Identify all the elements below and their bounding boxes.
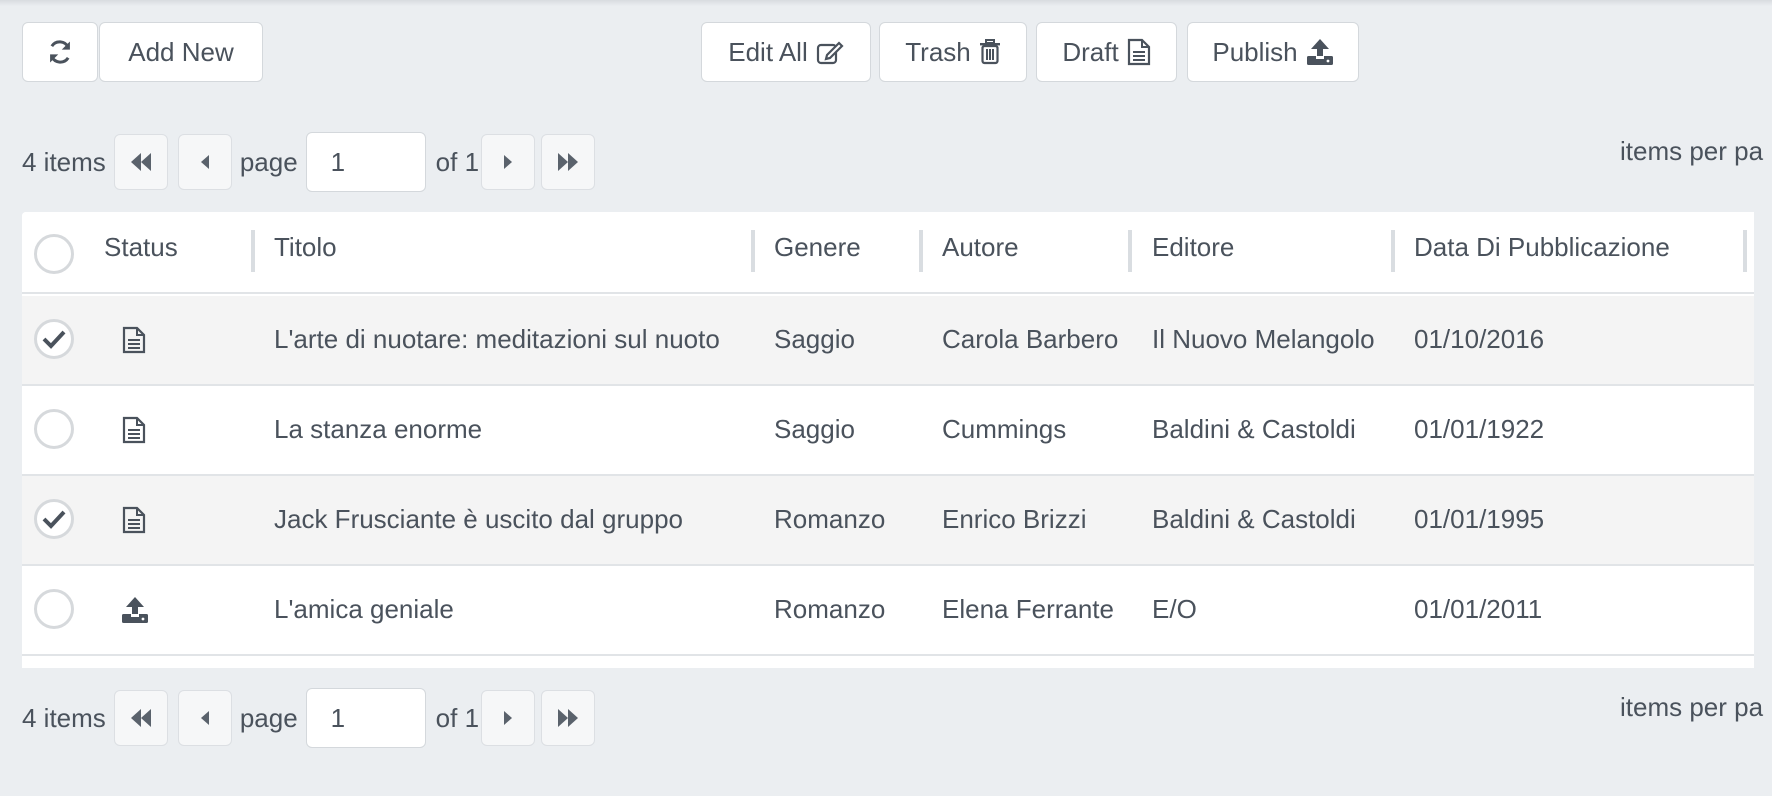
col-data-header[interactable]: Data Di Pubblicazione [1414, 232, 1670, 263]
draft-label: Draft [1062, 36, 1119, 67]
cell-autore: Enrico Brizzi [942, 504, 1087, 534]
cell-editore: Il Nuovo Melangolo [1152, 324, 1375, 354]
checkmark-icon [42, 330, 66, 349]
trash-icon [979, 39, 1000, 65]
col-separator[interactable] [1743, 230, 1747, 272]
table-header: Status Titolo Genere Autore Editore Data… [22, 212, 1754, 294]
row-checkbox[interactable] [34, 589, 74, 629]
page-label: page [239, 146, 298, 177]
table-row[interactable]: L'arte di nuotare: meditazioni sul nuoto… [22, 296, 1754, 386]
data-table: Status Titolo Genere Autore Editore Data… [22, 212, 1754, 668]
cell-titolo: L'amica geniale [274, 594, 454, 624]
last-page-button[interactable] [541, 690, 596, 746]
draft-icon [122, 506, 146, 534]
edit-all-button[interactable]: Edit All [701, 22, 871, 82]
cell-data: 01/10/2016 [1414, 324, 1545, 354]
publish-button[interactable]: Publish [1187, 22, 1359, 82]
page-label: page [239, 702, 298, 733]
pager-top: 4 items page of 1 [22, 132, 596, 192]
prev-page-button[interactable] [177, 690, 232, 746]
col-separator[interactable] [919, 230, 923, 272]
publish-icon [122, 597, 148, 623]
table-row[interactable]: L'amica geniale Romanzo Elena Ferrante E… [22, 566, 1754, 656]
cell-editore: Baldini & Castoldi [1152, 504, 1356, 534]
draft-button[interactable]: Draft [1036, 22, 1177, 82]
col-editore-header[interactable]: Editore [1152, 232, 1234, 263]
row-checkbox[interactable] [34, 499, 74, 539]
caret-right-icon [504, 155, 513, 169]
table-row[interactable]: La stanza enorme Saggio Cummings Baldini… [22, 386, 1754, 476]
col-status-header[interactable]: Status [104, 232, 178, 263]
refresh-icon [50, 40, 70, 64]
trash-label: Trash [905, 36, 971, 67]
double-left-icon [130, 709, 151, 727]
checkmark-icon [42, 510, 66, 529]
items-per-page-label: items per pa [1620, 136, 1764, 166]
cell-editore: E/O [1152, 594, 1197, 624]
cell-autore: Carola Barbero [942, 324, 1119, 354]
cell-data: 01/01/2011 [1414, 594, 1543, 624]
add-new-label: Add New [128, 36, 234, 67]
table-row[interactable]: Jack Frusciante è uscito dal gruppo Roma… [22, 476, 1754, 566]
top-shadow [0, 0, 1772, 6]
double-right-icon [558, 709, 579, 727]
caret-left-icon [200, 711, 209, 725]
col-autore-header[interactable]: Autore [942, 232, 1019, 263]
cell-data: 01/01/1922 [1414, 414, 1545, 444]
first-page-button[interactable] [113, 134, 168, 190]
cell-titolo: L'arte di nuotare: meditazioni sul nuoto [274, 324, 720, 354]
next-page-button[interactable] [481, 134, 536, 190]
cell-genere: Saggio [774, 414, 855, 444]
last-page-button[interactable] [541, 134, 596, 190]
draft-icon [122, 326, 146, 354]
cell-autore: Elena Ferrante [942, 594, 1114, 624]
cell-genere: Saggio [774, 324, 855, 354]
items-per-page-label: items per pa [1620, 692, 1764, 722]
refresh-button[interactable] [22, 22, 98, 82]
of-pages-label: of 1 [435, 702, 480, 733]
col-titolo-header[interactable]: Titolo [274, 232, 337, 263]
caret-left-icon [200, 155, 209, 169]
select-all-checkbox[interactable] [34, 234, 74, 274]
row-checkbox[interactable] [34, 319, 74, 359]
cell-editore: Baldini & Castoldi [1152, 414, 1356, 444]
of-pages-label: of 1 [435, 146, 480, 177]
cell-genere: Romanzo [774, 594, 886, 624]
pager-bottom: 4 items page of 1 [22, 688, 596, 748]
double-left-icon [130, 153, 151, 171]
col-separator[interactable] [251, 230, 255, 272]
row-checkbox[interactable] [34, 409, 74, 449]
first-page-button[interactable] [113, 690, 168, 746]
cell-autore: Cummings [942, 414, 1067, 444]
prev-page-button[interactable] [177, 134, 232, 190]
publish-label: Publish [1212, 36, 1298, 67]
col-separator[interactable] [1391, 230, 1395, 272]
trash-button[interactable]: Trash [879, 22, 1027, 82]
edit-all-label: Edit All [728, 36, 808, 67]
next-page-button[interactable] [481, 690, 536, 746]
upload-icon [1306, 39, 1333, 65]
add-new-button[interactable]: Add New [99, 22, 263, 82]
col-separator[interactable] [1128, 230, 1132, 272]
col-genere-header[interactable]: Genere [774, 232, 861, 263]
edit-icon [816, 41, 844, 65]
page-input[interactable] [305, 132, 426, 192]
cell-titolo: Jack Frusciante è uscito dal gruppo [274, 504, 683, 534]
page-input[interactable] [305, 688, 426, 748]
items-count: 4 items [22, 146, 106, 177]
cell-genere: Romanzo [774, 504, 886, 534]
double-right-icon [558, 153, 579, 171]
cell-data: 01/01/1995 [1414, 504, 1545, 534]
draft-icon [1127, 38, 1150, 66]
caret-right-icon [504, 711, 513, 725]
items-count: 4 items [22, 702, 106, 733]
col-separator[interactable] [751, 230, 755, 272]
cell-titolo: La stanza enorme [274, 414, 483, 444]
draft-icon [122, 416, 146, 444]
